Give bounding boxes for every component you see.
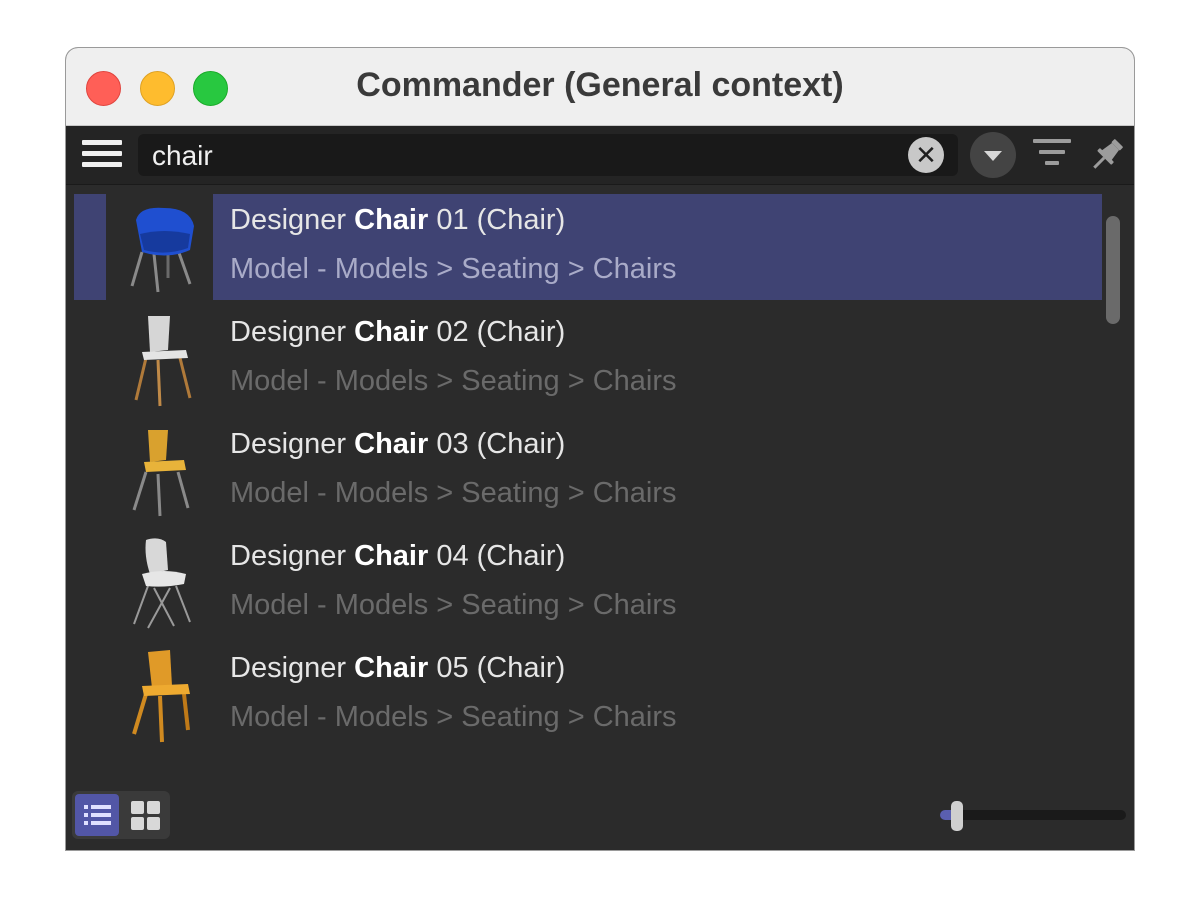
clear-x-icon[interactable]: ✕ <box>908 137 944 173</box>
result-row[interactable]: Designer Chair 01 (Chair) Model - Models… <box>74 194 1102 300</box>
grid-view-icon[interactable] <box>123 794 167 836</box>
result-path: Model - Models > Seating > Chairs <box>230 365 677 397</box>
view-mode-toggle <box>72 791 170 839</box>
filter-icon[interactable] <box>1032 139 1072 171</box>
result-row[interactable]: Designer Chair 05 (Chair) Model - Models… <box>74 642 1102 748</box>
commander-window: Commander (General context) ✕ <box>66 48 1134 850</box>
chair-yellow-thumbnail-icon <box>132 430 190 517</box>
result-title: Designer Chair 03 (Chair) <box>230 428 566 460</box>
result-title: Designer Chair 05 (Chair) <box>230 652 566 684</box>
results-scrollbar[interactable] <box>1106 216 1120 324</box>
results-list: Designer Chair 01 (Chair) Model - Models… <box>66 186 1106 786</box>
selection-marker <box>74 194 106 300</box>
chair-white-thumbnail-icon <box>134 316 192 407</box>
title-bar: Commander (General context) <box>66 48 1134 126</box>
result-path: Model - Models > Seating > Chairs <box>230 477 677 509</box>
hamburger-icon[interactable] <box>82 140 122 170</box>
result-title: Designer Chair 02 (Chair) <box>230 316 566 348</box>
search-toolbar: ✕ <box>66 126 1134 185</box>
result-row[interactable]: Designer Chair 02 (Chair) Model - Models… <box>74 306 1102 412</box>
result-row[interactable]: Designer Chair 04 (Chair) Model - Models… <box>74 530 1102 636</box>
result-path: Model - Models > Seating > Chairs <box>230 253 677 285</box>
slider-thumb[interactable] <box>951 801 963 831</box>
chevron-down-icon[interactable] <box>970 132 1016 178</box>
window-title: Commander (General context) <box>356 66 844 104</box>
search-box: ✕ <box>138 134 958 178</box>
chair-blue-thumbnail-icon <box>130 207 194 293</box>
list-view-icon[interactable] <box>75 794 119 836</box>
thumbnail-size-slider[interactable] <box>940 810 1126 820</box>
result-path: Model - Models > Seating > Chairs <box>230 589 677 621</box>
pin-icon[interactable] <box>1086 134 1128 176</box>
search-input[interactable] <box>150 134 894 178</box>
result-path: Model - Models > Seating > Chairs <box>230 701 677 733</box>
chair-eiffel-thumbnail-icon <box>133 538 191 629</box>
result-title: Designer Chair 01 (Chair) <box>230 204 566 236</box>
result-title: Designer Chair 04 (Chair) <box>230 540 566 572</box>
chair-orange-thumbnail-icon <box>132 650 190 743</box>
result-row[interactable]: Designer Chair 03 (Chair) Model - Models… <box>74 418 1102 524</box>
